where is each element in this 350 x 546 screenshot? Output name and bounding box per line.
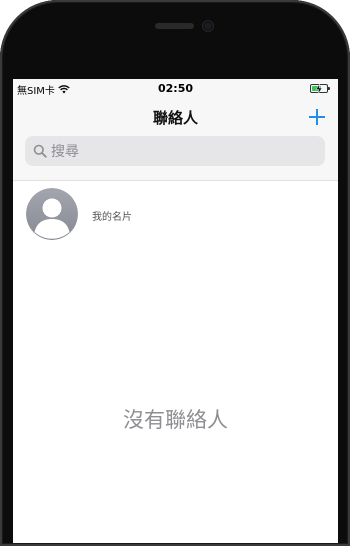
my-card-row[interactable]: 我的名片 — [13, 181, 338, 253]
plus-icon — [309, 109, 325, 125]
front-camera — [203, 21, 213, 31]
empty-state-message: 沒有聯絡人 — [123, 408, 228, 432]
status-time: 02:50 — [157, 82, 193, 95]
charging-bolt-icon — [315, 84, 323, 94]
person-avatar-icon — [26, 188, 78, 240]
page-title: 聯絡人 — [152, 109, 198, 127]
phone-body: 無SIM卡 02:50 聯絡人 搜尋 我的名片 沒有聯絡人 — [0, 0, 350, 546]
search-input[interactable]: 搜尋 — [25, 136, 325, 166]
search-icon — [33, 144, 47, 158]
battery-charging-icon — [310, 84, 330, 94]
device-frame: 無SIM卡 02:50 聯絡人 搜尋 我的名片 沒有聯絡人 — [0, 0, 350, 546]
battery-tip — [328, 87, 330, 90]
search-placeholder: 搜尋 — [51, 144, 79, 160]
earpiece-speaker — [155, 23, 194, 29]
navigation-bar: 聯絡人 搜尋 — [13, 99, 338, 181]
status-bar: 無SIM卡 02:50 — [13, 79, 338, 99]
screen: 無SIM卡 02:50 聯絡人 搜尋 我的名片 沒有聯絡人 — [13, 79, 338, 546]
my-card-label: 我的名片 — [92, 212, 132, 223]
add-contact-button[interactable] — [302, 102, 332, 132]
